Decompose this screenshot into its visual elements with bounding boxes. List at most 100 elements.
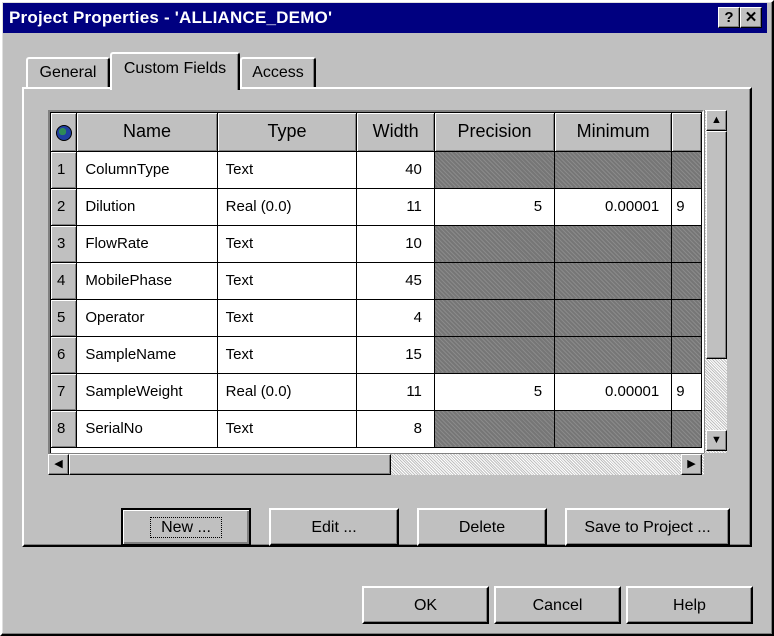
column-header-width[interactable]: Width — [356, 113, 435, 152]
row-number[interactable]: 3 — [51, 225, 78, 263]
cell-name[interactable]: Dilution — [76, 188, 218, 226]
cell-width[interactable]: 4 — [356, 299, 435, 337]
row-number[interactable]: 2 — [51, 188, 78, 226]
cell-minimum[interactable]: 0.00001 — [554, 373, 673, 411]
cell-name[interactable]: FlowRate — [76, 225, 218, 263]
table-row[interactable]: 3 FlowRate Text 10 — [51, 225, 702, 263]
cell-name[interactable]: MobilePhase — [76, 262, 218, 300]
cell-name[interactable]: SampleName — [76, 336, 218, 374]
table-row[interactable]: 7 SampleWeight Real (0.0) 11 5 0.00001 9 — [51, 373, 702, 411]
column-header-type[interactable]: Type — [217, 113, 358, 152]
new-button-label: New ... — [150, 516, 222, 538]
arrow-up-icon: ▲ — [711, 114, 722, 126]
cell-width[interactable]: 10 — [356, 225, 435, 263]
scroll-right-button[interactable]: ▶ — [681, 454, 702, 475]
edit-button[interactable]: Edit ... — [269, 508, 399, 546]
cell-type[interactable]: Text — [217, 336, 358, 374]
help-title-button[interactable]: ? — [718, 7, 740, 28]
tab-access[interactable]: Access — [240, 57, 316, 87]
cell-type[interactable]: Text — [217, 262, 358, 300]
cell-type[interactable]: Text — [217, 151, 358, 189]
row-number[interactable]: 5 — [51, 299, 78, 337]
select-all-corner[interactable] — [51, 113, 78, 152]
ok-button[interactable]: OK — [362, 586, 489, 624]
cell-minimum[interactable]: 0.00001 — [554, 188, 673, 226]
cell-partial[interactable]: 9 — [671, 373, 702, 411]
row-number[interactable]: 8 — [51, 410, 78, 448]
table-row[interactable]: 4 MobilePhase Text 45 — [51, 262, 702, 300]
cell-partial[interactable] — [671, 262, 702, 300]
cell-precision[interactable] — [434, 151, 556, 189]
tab-general[interactable]: General — [26, 57, 110, 87]
vertical-scrollbar[interactable]: ▲ ▼ — [704, 110, 727, 453]
scrollbar-corner — [704, 453, 727, 475]
cell-partial[interactable] — [671, 410, 702, 448]
table-row[interactable]: 2 Dilution Real (0.0) 11 5 0.00001 9 — [51, 188, 702, 226]
table-row[interactable]: 6 SampleName Text 15 — [51, 336, 702, 374]
cell-minimum[interactable] — [554, 336, 673, 374]
scroll-down-button[interactable]: ▼ — [706, 430, 727, 451]
cell-partial[interactable] — [671, 299, 702, 337]
tab-custom-fields[interactable]: Custom Fields — [110, 52, 240, 90]
cell-type[interactable]: Text — [217, 410, 358, 448]
cell-partial[interactable] — [671, 225, 702, 263]
custom-fields-grid[interactable]: Name Type Width Precision Minimum 1 Colum… — [48, 110, 704, 475]
cell-partial[interactable]: 9 — [671, 188, 702, 226]
scroll-up-button[interactable]: ▲ — [706, 110, 727, 131]
cell-name[interactable]: SampleWeight — [76, 373, 218, 411]
cell-width[interactable]: 8 — [356, 410, 435, 448]
cell-minimum[interactable] — [554, 151, 673, 189]
cell-name[interactable]: SerialNo — [76, 410, 218, 448]
cell-width[interactable]: 45 — [356, 262, 435, 300]
title-bar[interactable]: Project Properties - 'ALLIANCE_DEMO' ? ✕ — [3, 3, 767, 33]
row-number[interactable]: 1 — [51, 151, 78, 189]
row-number[interactable]: 6 — [51, 336, 78, 374]
cell-precision[interactable] — [434, 299, 556, 337]
cell-minimum[interactable] — [554, 410, 673, 448]
cell-type[interactable]: Real (0.0) — [217, 188, 358, 226]
save-to-project-button[interactable]: Save to Project ... — [565, 508, 730, 546]
row-number[interactable]: 4 — [51, 262, 78, 300]
cell-type[interactable]: Text — [217, 225, 358, 263]
cell-type[interactable]: Text — [217, 299, 358, 337]
cell-type[interactable]: Real (0.0) — [217, 373, 358, 411]
new-button[interactable]: New ... — [121, 508, 251, 546]
table-row[interactable]: 5 Operator Text 4 — [51, 299, 702, 337]
vertical-scroll-thumb[interactable] — [706, 131, 727, 359]
cell-width[interactable]: 11 — [356, 373, 435, 411]
cell-width[interactable]: 15 — [356, 336, 435, 374]
cell-partial[interactable] — [671, 151, 702, 189]
cell-partial[interactable] — [671, 336, 702, 374]
table-row[interactable]: 8 SerialNo Text 8 — [51, 410, 702, 448]
cell-minimum[interactable] — [554, 299, 673, 337]
cell-minimum[interactable] — [554, 262, 673, 300]
column-header-precision[interactable]: Precision — [434, 113, 556, 152]
cell-precision[interactable]: 5 — [434, 188, 556, 226]
delete-button[interactable]: Delete — [417, 508, 547, 546]
arrow-left-icon: ◀ — [54, 458, 63, 470]
window-title: Project Properties - 'ALLIANCE_DEMO' — [9, 8, 333, 27]
globe-icon — [55, 124, 72, 141]
cell-minimum[interactable] — [554, 225, 673, 263]
cell-precision[interactable] — [434, 410, 556, 448]
cell-width[interactable]: 40 — [356, 151, 435, 189]
cell-precision[interactable]: 5 — [434, 373, 556, 411]
help-button[interactable]: Help — [626, 586, 753, 624]
horizontal-scroll-thumb[interactable] — [69, 454, 391, 475]
cell-precision[interactable] — [434, 225, 556, 263]
cell-name[interactable]: ColumnType — [76, 151, 218, 189]
cell-name[interactable]: Operator — [76, 299, 218, 337]
horizontal-scrollbar[interactable]: ◀ ▶ — [48, 453, 704, 475]
cancel-button[interactable]: Cancel — [494, 586, 621, 624]
scroll-left-button[interactable]: ◀ — [48, 454, 69, 475]
table-row[interactable]: 1 ColumnType Text 40 — [51, 151, 702, 189]
arrow-right-icon: ▶ — [687, 458, 696, 470]
cell-width[interactable]: 11 — [356, 188, 435, 226]
column-header-partial[interactable] — [671, 113, 702, 152]
cell-precision[interactable] — [434, 262, 556, 300]
cell-precision[interactable] — [434, 336, 556, 374]
column-header-name[interactable]: Name — [76, 113, 218, 152]
column-header-minimum[interactable]: Minimum — [554, 113, 673, 152]
close-title-button[interactable]: ✕ — [740, 7, 762, 28]
row-number[interactable]: 7 — [51, 373, 78, 411]
